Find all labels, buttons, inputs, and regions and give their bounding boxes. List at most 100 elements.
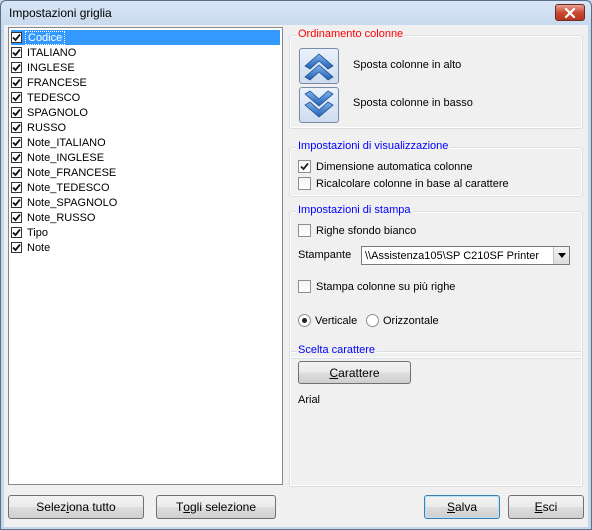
- title-bar[interactable]: Impostazioni griglia: [1, 1, 591, 25]
- printer-dropdown-button[interactable]: [553, 247, 569, 264]
- check-icon: [12, 48, 21, 57]
- print-group: Impostazioni di stampa Righe sfondo bian…: [289, 204, 583, 359]
- column-label: INGLESE: [27, 61, 75, 74]
- column-label: Note_ITALIANO: [27, 136, 106, 149]
- column-checkbox[interactable]: [11, 212, 22, 223]
- printer-value: \\Assistenza105\SP C210SF Printer: [365, 249, 540, 262]
- white-rows-box[interactable]: [298, 224, 311, 237]
- column-checkbox[interactable]: [11, 77, 22, 88]
- column-label: SPAGNOLO: [27, 106, 88, 119]
- print-group-title: Impostazioni di stampa: [296, 204, 413, 216]
- column-checkbox[interactable]: [11, 227, 22, 238]
- double-chevron-up-icon: [304, 53, 334, 81]
- column-label: FRANCESE: [27, 76, 87, 89]
- multi-row-checkbox[interactable]: Stampa colonne su più righe: [298, 280, 455, 293]
- recalc-label: Ricalcolare colonne in base al carattere: [316, 177, 509, 190]
- check-icon: [12, 78, 21, 87]
- auto-size-checkbox[interactable]: Dimensione automatica colonne: [298, 160, 473, 173]
- move-down-button[interactable]: [299, 87, 339, 123]
- move-up-button[interactable]: [299, 48, 339, 84]
- check-icon: [12, 138, 21, 147]
- move-up-label: Sposta colonne in alto: [353, 59, 462, 71]
- column-checkbox[interactable]: [11, 62, 22, 73]
- white-rows-checkbox[interactable]: Righe sfondo bianco: [298, 224, 416, 237]
- column-list-item[interactable]: Note_ITALIANO: [11, 135, 108, 150]
- check-icon: [12, 168, 21, 177]
- multi-row-label: Stampa colonne su più righe: [316, 280, 456, 293]
- vertical-label: Verticale: [315, 314, 358, 327]
- dialog-client-area: Codice ITALIANO INGLESE FRANCESE TEDESCO SPAG…: [4, 25, 588, 527]
- window-title: Impostazioni griglia: [9, 6, 112, 20]
- column-list-item[interactable]: Note_INGLESE: [11, 150, 106, 165]
- multi-row-box[interactable]: [298, 280, 311, 293]
- close-button[interactable]: [555, 4, 585, 21]
- check-icon: [12, 93, 21, 102]
- column-list-item[interactable]: Note_TEDESCO: [11, 180, 112, 195]
- check-icon: [12, 153, 21, 162]
- font-group-title: Scelta carattere: [296, 344, 378, 356]
- column-checkbox[interactable]: [11, 92, 22, 103]
- horizontal-radio[interactable]: Orizzontale: [366, 314, 439, 327]
- column-list-item[interactable]: RUSSO: [11, 120, 68, 135]
- column-checkbox[interactable]: [11, 182, 22, 193]
- column-label: Note: [27, 241, 51, 254]
- white-rows-label: Righe sfondo bianco: [316, 224, 417, 237]
- column-checkbox[interactable]: [11, 122, 22, 133]
- deselect-all-button[interactable]: To gli selezione: [156, 495, 276, 519]
- column-label: ITALIANO: [27, 46, 77, 59]
- column-list-item[interactable]: Tipo: [11, 225, 50, 240]
- close-icon: [564, 7, 576, 18]
- save-button[interactable]: Salva: [424, 495, 500, 519]
- column-label: TEDESCO: [27, 91, 81, 104]
- column-checkbox[interactable]: [11, 107, 22, 118]
- column-list-item[interactable]: Note_SPAGNOLO: [11, 195, 119, 210]
- horizontal-radio-circle[interactable]: [366, 314, 379, 327]
- display-group: Impostazioni di visualizzazione Dimensio…: [289, 140, 583, 197]
- column-checkbox[interactable]: [11, 137, 22, 148]
- column-label: Note_INGLESE: [27, 151, 105, 164]
- ordering-group-title: Ordinamento colonne: [296, 28, 406, 40]
- current-font-name: Arial: [298, 394, 321, 406]
- display-group-title: Impostazioni di visualizzazione: [296, 140, 451, 152]
- column-checkbox[interactable]: [11, 242, 22, 253]
- check-icon: [300, 162, 309, 171]
- column-checkbox[interactable]: [11, 152, 22, 163]
- column-list-item[interactable]: Codice: [11, 30, 280, 45]
- auto-size-label: Dimensione automatica colonne: [316, 160, 473, 173]
- column-checkbox[interactable]: [11, 197, 22, 208]
- column-list-item[interactable]: Note_FRANCESE: [11, 165, 118, 180]
- column-label: Tipo: [27, 226, 48, 239]
- column-label: Note_TEDESCO: [27, 181, 110, 194]
- column-list-item[interactable]: ITALIANO: [11, 45, 78, 60]
- column-list-item[interactable]: Note_RUSSO: [11, 210, 97, 225]
- auto-size-box[interactable]: [298, 160, 311, 173]
- column-list-item[interactable]: INGLESE: [11, 60, 77, 75]
- ordering-group: Ordinamento colonne Sposta colonne in al…: [289, 28, 583, 129]
- exit-button[interactable]: Esci: [508, 495, 584, 519]
- check-icon: [12, 198, 21, 207]
- vertical-radio[interactable]: Verticale: [298, 314, 357, 327]
- column-label: RUSSO: [27, 121, 67, 134]
- vertical-radio-circle[interactable]: [298, 314, 311, 327]
- column-checkbox[interactable]: [11, 32, 22, 43]
- check-icon: [12, 243, 21, 252]
- double-chevron-down-icon: [304, 90, 334, 118]
- move-down-label: Sposta colonne in basso: [353, 97, 473, 109]
- column-list-item[interactable]: TEDESCO: [11, 90, 82, 105]
- check-icon: [12, 183, 21, 192]
- column-list-item[interactable]: SPAGNOLO: [11, 105, 90, 120]
- printer-select[interactable]: \\Assistenza105\SP C210SF Printer: [361, 246, 570, 265]
- check-icon: [12, 213, 21, 222]
- column-checkbox[interactable]: [11, 47, 22, 58]
- column-list-item[interactable]: Note: [11, 240, 52, 255]
- column-label: Codice: [25, 30, 66, 45]
- font-choose-button[interactable]: Carattere: [298, 361, 411, 384]
- recalc-box[interactable]: [298, 177, 311, 190]
- column-list-item[interactable]: FRANCESE: [11, 75, 89, 90]
- select-all-button[interactable]: Selez i ona tutto: [8, 495, 144, 519]
- horizontal-label: Orizzontale: [383, 314, 439, 327]
- recalc-checkbox[interactable]: Ricalcolare colonne in base al carattere: [298, 177, 509, 190]
- columns-checklist[interactable]: Codice ITALIANO INGLESE FRANCESE TEDESCO SPAG…: [8, 27, 283, 485]
- chevron-down-icon: [557, 253, 566, 258]
- column-checkbox[interactable]: [11, 167, 22, 178]
